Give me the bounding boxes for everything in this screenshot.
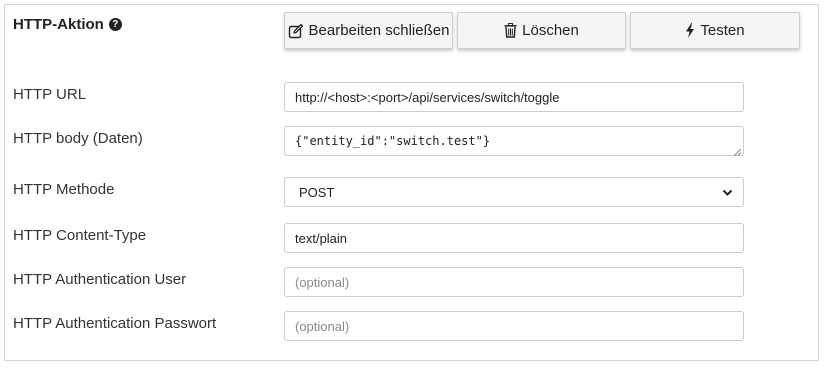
http-method-label: HTTP Methode (13, 181, 115, 198)
http-auth-user-input[interactable]: (optional) (284, 267, 744, 297)
edit-icon (288, 23, 304, 39)
http-auth-user-label: HTTP Authentication User (13, 271, 187, 288)
http-content-type-value: text/plain (295, 230, 348, 246)
http-auth-password-label: HTTP Authentication Passwort (13, 315, 217, 332)
http-content-type-label: HTTP Content-Type (13, 227, 147, 244)
http-method-select[interactable]: POST (284, 177, 744, 207)
http-body-label: HTTP body (Daten) (13, 130, 143, 147)
http-url-value: http://<host>:<port>/api/services/switch… (295, 89, 560, 105)
http-url-input[interactable]: http://<host>:<port>/api/services/switch… (284, 82, 744, 112)
http-body-textarea[interactable]: {"entity_id":"switch.test"} (284, 126, 744, 157)
section-title: HTTP-Aktion ? (13, 16, 122, 33)
delete-button[interactable]: Löschen (457, 12, 626, 49)
close-edit-button[interactable]: Bearbeiten schließen (284, 12, 453, 49)
resize-grip-icon[interactable] (733, 145, 742, 157)
http-auth-password-placeholder: (optional) (295, 318, 350, 334)
http-url-label: HTTP URL (13, 86, 87, 103)
close-edit-button-label: Bearbeiten schließen (308, 22, 450, 39)
http-method-value: POST (299, 184, 335, 200)
section-title-text: HTTP-Aktion (13, 16, 104, 33)
test-button-label: Testen (700, 22, 745, 39)
delete-button-label: Löschen (522, 22, 579, 39)
trash-icon (504, 23, 517, 38)
http-auth-password-input[interactable]: (optional) (284, 311, 744, 341)
lightning-icon (685, 23, 695, 38)
http-body-value: {"entity_id":"switch.test"} (295, 134, 491, 148)
http-content-type-input[interactable]: text/plain (284, 223, 744, 253)
http-auth-user-placeholder: (optional) (295, 274, 350, 290)
test-button[interactable]: Testen (630, 12, 800, 49)
chevron-down-icon (722, 185, 733, 200)
question-circle-icon[interactable]: ? (108, 18, 122, 31)
